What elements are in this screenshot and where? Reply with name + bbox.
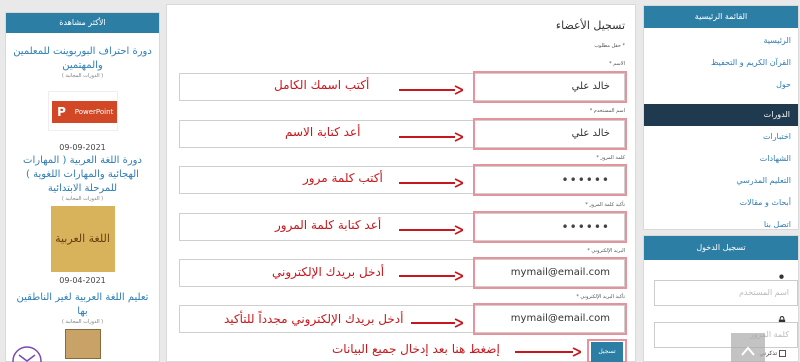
password-confirm-label: تأكيد كلمة المرور * bbox=[585, 202, 625, 208]
book-cover-thumbnail[interactable] bbox=[64, 329, 101, 359]
most-viewed-item: دورة اللغة العربية ( المهارات الهجائية و… bbox=[6, 152, 159, 285]
right-sidebar: القائمة الرئيسية الرئيسية القرآن الكريم … bbox=[643, 5, 799, 362]
menu-item-quran[interactable]: القرآن الكريم و التحفيظ bbox=[644, 52, 798, 74]
login-header: تسجيل الدخول bbox=[644, 236, 798, 260]
arrow-icon bbox=[399, 271, 463, 281]
arrow-icon bbox=[399, 132, 463, 142]
password-input[interactable]: كلمة المرور bbox=[654, 322, 798, 348]
mail-icon[interactable] bbox=[12, 346, 42, 362]
email-confirm-highlight bbox=[473, 303, 627, 335]
password-confirm-highlight bbox=[473, 211, 627, 243]
scroll-to-top-button[interactable] bbox=[731, 333, 765, 362]
arrow-icon bbox=[399, 85, 463, 95]
password-confirm-annotation: أعد كتابة كلمة المرور bbox=[275, 218, 382, 232]
course-category: ( الدورات المجانية ) bbox=[61, 319, 104, 325]
menu-item-home[interactable]: الرئيسية bbox=[644, 30, 798, 52]
password-highlight bbox=[473, 164, 627, 196]
arrow-icon bbox=[399, 178, 463, 188]
submit-button[interactable]: تسجيل bbox=[591, 342, 623, 362]
course-category: ( الدورات المجانية ) bbox=[61, 73, 104, 79]
course-title-link[interactable]: دورة احتراف البوربوينت للمعلمين والمهتمي… bbox=[6, 45, 159, 73]
password-annotation: أكتب كلمة مرور bbox=[303, 171, 383, 185]
name-label: الاسم * bbox=[609, 61, 625, 67]
email-label: البريد الإلكتروني * bbox=[587, 248, 625, 254]
remember-checkbox[interactable] bbox=[779, 350, 786, 357]
most-viewed-item: دورة احتراف البوربوينت للمعلمين والمهتمي… bbox=[6, 33, 159, 152]
main-menu-panel: القائمة الرئيسية الرئيسية القرآن الكريم … bbox=[643, 5, 799, 230]
username-input[interactable]: اسم المستخدم bbox=[654, 280, 798, 306]
email-confirm-annotation: أدخل بريدك الإلكتروني مجدداً للتأكيد bbox=[224, 312, 404, 326]
main-menu-header: القائمة الرئيسية bbox=[644, 6, 798, 28]
arrow-icon bbox=[411, 318, 463, 328]
course-date: 09-09-2021 bbox=[59, 143, 106, 152]
menu-item-contact[interactable]: اتصل بنا bbox=[644, 214, 798, 236]
powerpoint-label: PowerPoint bbox=[71, 101, 117, 123]
username-annotation: أعد كتابة الاسم bbox=[285, 125, 361, 139]
menu-item-tests[interactable]: اختبارات bbox=[644, 126, 798, 148]
form-title: تسجيل الأعضاء bbox=[555, 19, 625, 32]
name-annotation: أكتب اسمك الكامل bbox=[274, 78, 370, 92]
menu-item-certificates[interactable]: الشهادات bbox=[644, 148, 798, 170]
password-label: كلمة المرور * bbox=[596, 155, 625, 161]
arrow-icon bbox=[399, 225, 463, 235]
menu-item-courses[interactable]: الدورات bbox=[644, 104, 798, 126]
course-title-link[interactable]: دورة اللغة العربية ( المهارات الهجائية و… bbox=[6, 154, 159, 196]
email-highlight bbox=[473, 257, 627, 289]
arrow-icon bbox=[515, 347, 581, 357]
login-panel: تسجيل الدخول اسم المستخدم كلمة المرور تذ… bbox=[643, 235, 799, 362]
username-label: اسم المستخدم * bbox=[589, 108, 625, 114]
required-note: * حقل مطلوب bbox=[594, 43, 625, 49]
name-highlight bbox=[473, 71, 627, 103]
registration-form: تسجيل الأعضاء * حقل مطلوب الاسم * خالد ع… bbox=[166, 4, 636, 362]
email-annotation: أدخل بريدك الإلكتروني bbox=[272, 265, 385, 279]
arabic-calligraphy-thumbnail[interactable]: اللغة العربية bbox=[50, 206, 115, 272]
email-confirm-label: تأكيد البريد الإلكتروني * bbox=[576, 294, 625, 300]
most-viewed-panel: الأكثر مشاهدة دورة احتراف البوربوينت للم… bbox=[5, 12, 160, 362]
thumbnail-text: اللغة العربية bbox=[55, 232, 110, 245]
powerpoint-thumbnail[interactable]: P PowerPoint bbox=[47, 91, 118, 131]
username-highlight bbox=[473, 118, 627, 150]
powerpoint-icon: P bbox=[51, 101, 72, 123]
menu-item-school[interactable]: التعليم المدرسي bbox=[644, 170, 798, 192]
menu-item-articles[interactable]: أبحاث و مقالات bbox=[644, 192, 798, 214]
course-date: 09-04-2021 bbox=[59, 276, 106, 285]
course-title-link[interactable]: تعليم اللغة العربية لغير الناطقين بها bbox=[6, 291, 159, 319]
chevron-up-icon bbox=[741, 341, 755, 360]
menu-item-about[interactable]: حول bbox=[644, 74, 798, 96]
course-category: ( الدورات المجانية ) bbox=[61, 196, 104, 202]
most-viewed-header: الأكثر مشاهدة bbox=[6, 13, 159, 33]
submit-annotation: إضغط هنا بعد إدخال جميع البيانات bbox=[332, 342, 500, 356]
